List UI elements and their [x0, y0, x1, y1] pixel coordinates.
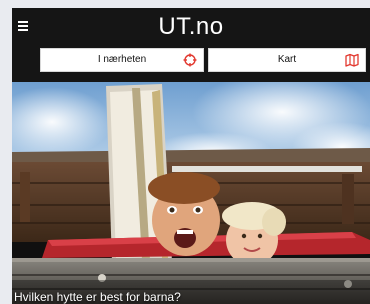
- app-title: UT.no: [158, 13, 224, 40]
- app-frame: UT.no I nærheten Kart Hvilken hytte er b…: [12, 8, 370, 304]
- map-button[interactable]: Kart: [208, 48, 366, 72]
- app-header: UT.no: [12, 8, 370, 46]
- crosshair-icon: [183, 53, 197, 67]
- hero-image: [12, 82, 370, 304]
- hero-article[interactable]: Hvilken hytte er best for barna?: [12, 82, 370, 304]
- nearby-label: I nærheten: [97, 54, 147, 65]
- map-label: Kart: [277, 54, 297, 65]
- nearby-button[interactable]: I nærheten: [40, 48, 204, 72]
- action-bar: I nærheten Kart: [12, 46, 370, 82]
- map-icon: [345, 53, 359, 67]
- hero-caption: Hvilken hytte er best for barna?: [14, 290, 181, 304]
